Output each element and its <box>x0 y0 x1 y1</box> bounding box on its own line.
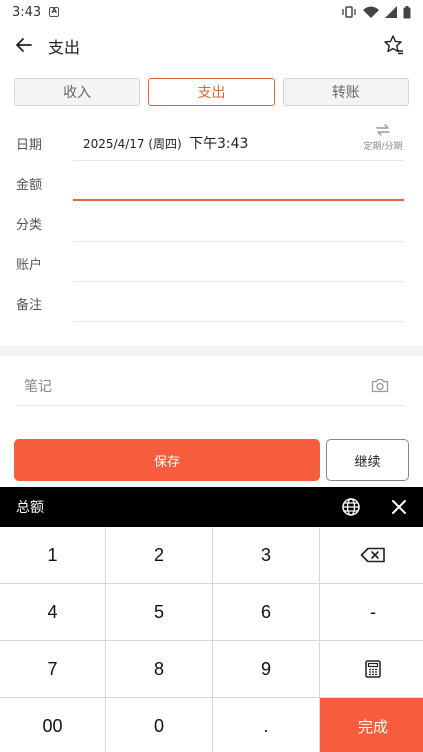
key-5[interactable]: 5 <box>106 584 212 640</box>
vibrate-icon <box>342 6 356 18</box>
favorite-star-icon[interactable] <box>383 34 405 56</box>
notification-badge-icon: A <box>49 7 60 17</box>
section-divider <box>0 346 423 356</box>
amount-row[interactable]: 金额 <box>0 162 423 202</box>
done-button[interactable]: 完成 <box>320 698 423 752</box>
date-divider <box>73 160 404 161</box>
numeric-keypad: 1 2 3 4 5 6 - 7 8 9 00 0 . 完成 <box>0 527 423 752</box>
date-value[interactable]: 2025/4/17 (周四) <box>83 135 182 152</box>
memo-label: 备注 <box>16 298 43 313</box>
key-9[interactable]: 9 <box>213 641 319 697</box>
save-button[interactable]: 保存 <box>14 439 320 481</box>
camera-icon[interactable] <box>371 377 389 393</box>
wifi-icon <box>363 6 379 18</box>
status-time: 3:43 <box>12 4 42 20</box>
repeat-label: 定期/分期 <box>363 142 403 152</box>
key-7[interactable]: 7 <box>0 641 105 697</box>
key-6[interactable]: 6 <box>213 584 319 640</box>
category-label: 分类 <box>16 218 43 233</box>
category-row[interactable]: 分类 <box>0 202 423 242</box>
tab-income[interactable]: 收入 <box>14 78 141 106</box>
date-row: 日期 2025/4/17 (周四) 下午3:43 定期/分期 <box>0 122 423 162</box>
key-3[interactable]: 3 <box>213 527 319 583</box>
note-input[interactable]: 笔记 <box>24 376 52 396</box>
account-row[interactable]: 账户 <box>0 242 423 282</box>
key-backspace[interactable] <box>320 527 423 583</box>
page-title: 支出 <box>48 38 81 57</box>
note-divider <box>17 405 404 406</box>
memo-divider <box>73 321 404 322</box>
repeat-installment-button[interactable]: 定期/分期 <box>361 123 405 153</box>
key-0[interactable]: 0 <box>106 698 212 752</box>
battery-icon <box>403 5 411 18</box>
key-4[interactable]: 4 <box>0 584 105 640</box>
continue-button[interactable]: 继续 <box>326 439 409 481</box>
repeat-icon <box>376 124 390 136</box>
key-double-zero[interactable]: 00 <box>0 698 105 752</box>
signal-icon <box>385 6 397 18</box>
key-calculator[interactable] <box>320 641 423 697</box>
tab-transfer[interactable]: 转账 <box>282 78 409 106</box>
backspace-icon <box>360 547 385 563</box>
account-label: 账户 <box>16 258 43 273</box>
globe-icon[interactable] <box>341 497 361 517</box>
key-8[interactable]: 8 <box>106 641 212 697</box>
amount-input-underline <box>73 199 404 201</box>
memo-row[interactable]: 备注 <box>0 282 423 322</box>
key-minus[interactable]: - <box>320 584 423 640</box>
key-2[interactable]: 2 <box>106 527 212 583</box>
date-label: 日期 <box>16 138 43 153</box>
key-1[interactable]: 1 <box>0 527 105 583</box>
back-arrow-icon[interactable] <box>14 35 34 55</box>
keypad-title: 总额 <box>16 500 44 516</box>
key-decimal[interactable]: . <box>213 698 319 752</box>
tab-expense[interactable]: 支出 <box>148 78 275 106</box>
keypad-header: 总额 <box>0 487 423 527</box>
amount-label: 金额 <box>16 178 43 193</box>
status-icons <box>341 5 411 19</box>
type-tabs: 收入 支出 转账 <box>14 78 409 106</box>
status-bar: 3:43 A <box>0 0 423 24</box>
app-bar: 支出 <box>0 24 423 66</box>
calculator-icon <box>365 660 381 678</box>
time-value[interactable]: 下午3:43 <box>189 133 248 153</box>
close-icon[interactable] <box>390 498 408 516</box>
